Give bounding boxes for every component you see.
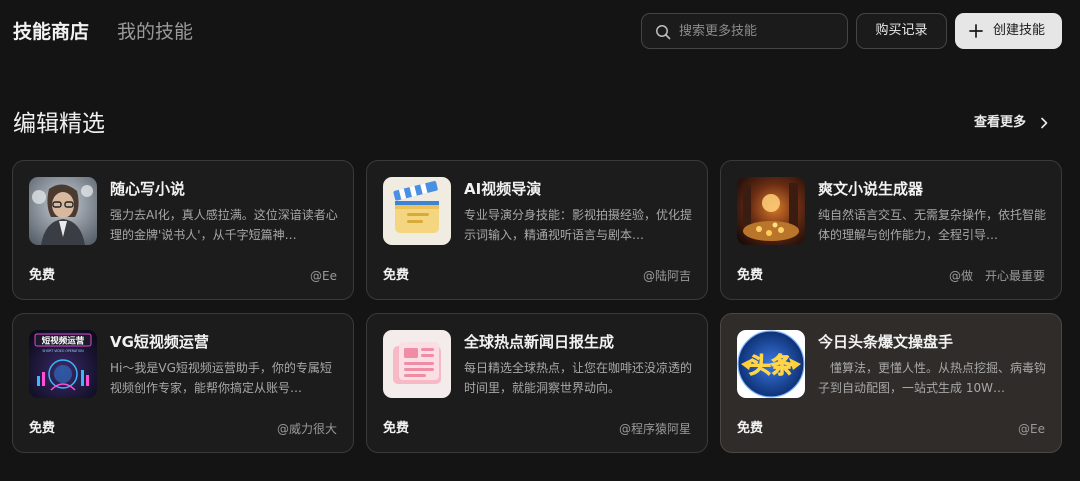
skill-card-vg-video-ops[interactable]: 短视频运营 SHORT VIDEO OPERATION VG短视频运营 Hi～我… bbox=[12, 313, 354, 453]
toutiao-thumb-text: 头条 bbox=[749, 353, 794, 379]
tab-my-skills[interactable]: 我的技能 bbox=[117, 19, 193, 45]
skill-price: 免费 bbox=[383, 268, 410, 283]
chevron-right-icon bbox=[1041, 117, 1048, 129]
skill-title: AI视频导演 bbox=[464, 180, 542, 198]
skill-description: 纯自然语言交互、无需复杂操作，依托智能体的理解与创作能力，全程引导… bbox=[818, 208, 1047, 242]
skill-description: 每日精选全球热点，让您在咖啡还没凉透的时间里，就能洞察世界动向。 bbox=[464, 361, 693, 395]
plus-icon bbox=[969, 24, 983, 38]
skill-price: 免费 bbox=[29, 421, 56, 436]
skill-card-toutiao-viral[interactable]: 头条 今日头条爆文操盘手 懂算法，更懂人性。从热点挖掘、病毒钩子到自动配图，一站… bbox=[720, 313, 1062, 453]
skill-title: 全球热点新闻日报生成 bbox=[464, 333, 615, 351]
section-title: 编辑精选 bbox=[13, 111, 105, 137]
skill-card-global-news[interactable]: 全球热点新闻日报生成 每日精选全球热点，让您在咖啡还没凉透的时间里，就能洞察世界… bbox=[366, 313, 708, 453]
view-more-label: 查看更多 bbox=[974, 115, 1027, 130]
purchase-history-button[interactable]: 购买记录 bbox=[856, 13, 947, 49]
skill-price: 免费 bbox=[737, 421, 764, 436]
skill-price: 免费 bbox=[29, 268, 56, 283]
search-input[interactable] bbox=[679, 14, 839, 48]
top-bar: 技能商店 我的技能 购买记录 创建技能 bbox=[0, 0, 1080, 64]
skill-title: 随心写小说 bbox=[110, 180, 186, 198]
skill-title: 爽文小说生成器 bbox=[818, 180, 924, 198]
skill-title: 今日头条爆文操盘手 bbox=[818, 333, 954, 351]
skill-card-video-director[interactable]: AI视频导演 专业导演分身技能：影视拍摄经验，优化提示词输入，精通视听语言与剧本… bbox=[366, 160, 708, 300]
create-skill-label: 创建技能 bbox=[993, 23, 1046, 38]
skill-author[interactable]: @陆阿吉 bbox=[643, 267, 691, 285]
vg-thumb-subtext: SHORT VIDEO OPERATION bbox=[42, 349, 84, 353]
vg-thumb-text: 短视频运营 bbox=[42, 336, 85, 347]
skill-title: VG短视频运营 bbox=[110, 333, 209, 351]
skill-author[interactable]: @做 开心最重要 bbox=[949, 267, 1045, 285]
tab-skill-store[interactable]: 技能商店 bbox=[13, 19, 89, 45]
skill-thumbnail-toutiao: 头条 bbox=[737, 330, 805, 398]
skill-author[interactable]: @威力很大 bbox=[277, 420, 337, 438]
skill-description: 强力去AI化，真人感拉满。这位深谙读者心理的金牌'说书人'，从千字短篇神… bbox=[110, 208, 338, 242]
skill-thumbnail-writer bbox=[29, 177, 97, 245]
skill-description: 懂算法，更懂人性。从热点挖掘、病毒钩子到自动配图，一站式生成 10W… bbox=[818, 361, 1047, 395]
skill-price: 免费 bbox=[383, 421, 410, 436]
search-icon bbox=[656, 25, 671, 40]
create-skill-button[interactable]: 创建技能 bbox=[955, 13, 1062, 49]
view-more-link[interactable]: 查看更多 bbox=[974, 112, 1048, 134]
skill-thumbnail-clapperboard bbox=[383, 177, 451, 245]
search-box[interactable] bbox=[641, 13, 848, 49]
skill-thumbnail-video-ops: 短视频运营 SHORT VIDEO OPERATION bbox=[29, 330, 97, 398]
skill-card-novel-generator[interactable]: 爽文小说生成器 纯自然语言交互、无需复杂操作，依托智能体的理解与创作能力，全程引… bbox=[720, 160, 1062, 300]
skill-author[interactable]: @Ee bbox=[310, 267, 337, 285]
skill-author[interactable]: @程序猿阿星 bbox=[619, 420, 691, 438]
skill-description: Hi～我是VG短视频运营助手，你的专属短视频创作专家，能帮你搞定从账号… bbox=[110, 361, 332, 395]
skill-description: 专业导演分身技能：影视拍摄经验，优化提示词输入，精通视听语言与剧本… bbox=[464, 208, 693, 242]
skill-thumbnail-newspaper bbox=[383, 330, 451, 398]
skill-price: 免费 bbox=[737, 268, 764, 283]
skill-card-novel-writer[interactable]: 随心写小说 强力去AI化，真人感拉满。这位深谙读者心理的金牌'说书人'，从千字短… bbox=[12, 160, 354, 300]
skill-thumbnail-treasure bbox=[737, 177, 805, 245]
skill-author[interactable]: @Ee bbox=[1018, 420, 1045, 438]
